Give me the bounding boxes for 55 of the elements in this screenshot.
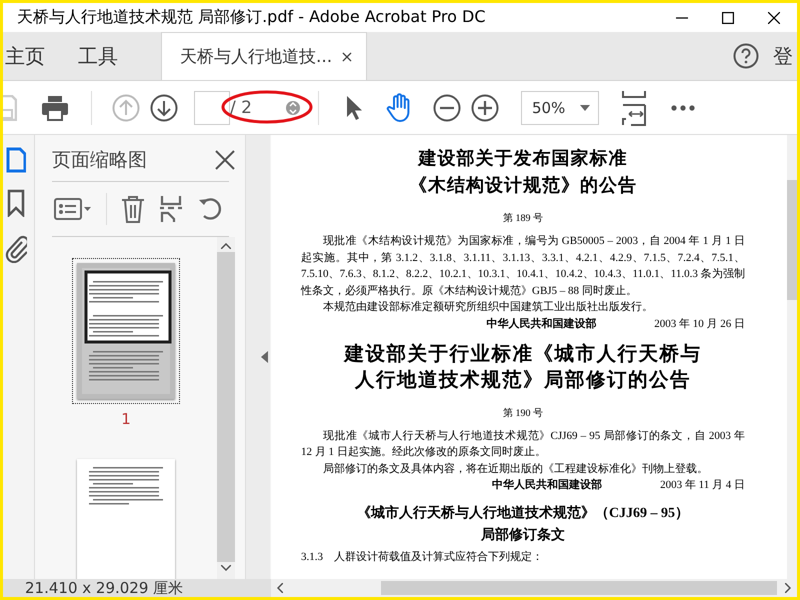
panel-title: 页面缩略图 [52, 148, 147, 173]
print-icon[interactable] [41, 94, 69, 120]
fit-page-icon[interactable] [620, 90, 647, 126]
close-icon[interactable] [215, 150, 235, 170]
document-tab[interactable]: 天桥与人行地道技... × [161, 32, 367, 80]
tab[interactable]: 工具 [58, 32, 131, 80]
page-number-label: 1 [121, 410, 131, 428]
page-size-label: 21.410 x 29.029 厘米 [3, 579, 271, 597]
extract-pages-icon[interactable] [159, 195, 183, 223]
document-heading: 局部修订条文 [480, 526, 566, 545]
zoom-out-icon[interactable] [432, 94, 461, 122]
scroll-down-icon[interactable] [221, 565, 231, 571]
options-menu-icon[interactable] [54, 197, 92, 221]
sign-in-link[interactable]: 登 [773, 42, 793, 70]
page-total: / 2 [230, 98, 252, 118]
caret-icon [580, 104, 590, 110]
scrollbar-thumb[interactable] [787, 180, 797, 300]
signature: 中华人民共和国建设部 [492, 478, 602, 493]
scrollbar-thumb[interactable] [381, 581, 777, 595]
more-icon[interactable] [670, 104, 695, 110]
tab-close-button[interactable]: × [340, 47, 354, 66]
scroll-left-icon[interactable] [277, 583, 283, 593]
page-thumbnails-icon[interactable] [6, 145, 26, 173]
paragraph: 现批准《木结构设计规范》为国家标准，编号为 GB50005 – 2003，自 2004 年 1 月 1 日起实施。其中，第 3.1.2、3.1.8、3.1.11、3.1.13、3.3.1、4.2.1、4.2.9、7.1.5、7.2.4、7.5.1、7.5.10、7.6.3、8.1.2、8.2.2、10.2.1、10.3.1、10.4.1、10.4.2、10.4.3、11.0.1、11.0.3 条为强制性条文，必须严格执行。原《木结构设计规范》GBJ5 – 88 同时废止。 [301, 234, 745, 298]
scrollbar-thumb[interactable] [217, 252, 235, 562]
trash-icon[interactable] [121, 195, 145, 223]
zoom-dropdown[interactable]: 50% [520, 90, 599, 124]
document-heading: 《木结构设计规范》的公告 [408, 174, 638, 197]
signature: 中华人民共和国建设部 [486, 316, 596, 332]
document-heading: 建设部关于发布国家标准 [416, 147, 628, 170]
close-icon[interactable] [768, 12, 780, 24]
tab[interactable]: 主页 [3, 32, 58, 80]
notice-number: 第 189 号 [502, 212, 544, 225]
bookmark-icon[interactable] [6, 189, 26, 217]
window-title: 天桥与人行地道技术规范 局部修订.pdf - Adobe Acrobat Pro DC [16, 7, 487, 28]
help-icon[interactable] [733, 43, 759, 69]
zoom-in-icon[interactable] [470, 94, 499, 122]
rotate-icon[interactable] [197, 196, 223, 222]
document-heading: 人行地道技术规范》局部修订的公告 [354, 368, 692, 392]
paperclip-icon[interactable] [4, 233, 26, 263]
date: 2003 年 11 月 4 日 [660, 478, 745, 493]
clause-text: 3.1.3 人群设计荷载值及计算式应符合下列规定： [301, 550, 544, 564]
pointer-tool-icon[interactable] [344, 94, 363, 120]
paragraph: 本规范由建设部标准定额研究所组织中国建筑工业出版社出版发行。 [322, 300, 654, 315]
paragraph: 现批准《城市人行天桥与人行地道技术规范》CJJ69 – 95 局部修订的条文，自 2003 年 12 月 1 日起实施。经此次修改的原条文同时废止。 [301, 428, 745, 460]
maximize-icon[interactable] [722, 12, 734, 24]
page-number-field[interactable] [194, 90, 230, 124]
notice-number: 第 190 号 [502, 406, 544, 420]
date: 2003 年 10 月 26 日 [654, 316, 745, 332]
scroll-up-icon[interactable] [221, 243, 231, 249]
scroll-right-icon[interactable] [785, 583, 791, 593]
collapse-panel-icon[interactable] [261, 351, 268, 363]
paragraph: 局部修订的条文及具体内容，将在近期出版的《工程建设标准化》刊物上登载。 [322, 462, 709, 476]
document-heading: 《城市人行天桥与人行地道技术规范》（CJJ69 – 95） [356, 504, 690, 523]
document-heading: 建设部关于行业标准《城市人行天桥与 [342, 342, 702, 366]
